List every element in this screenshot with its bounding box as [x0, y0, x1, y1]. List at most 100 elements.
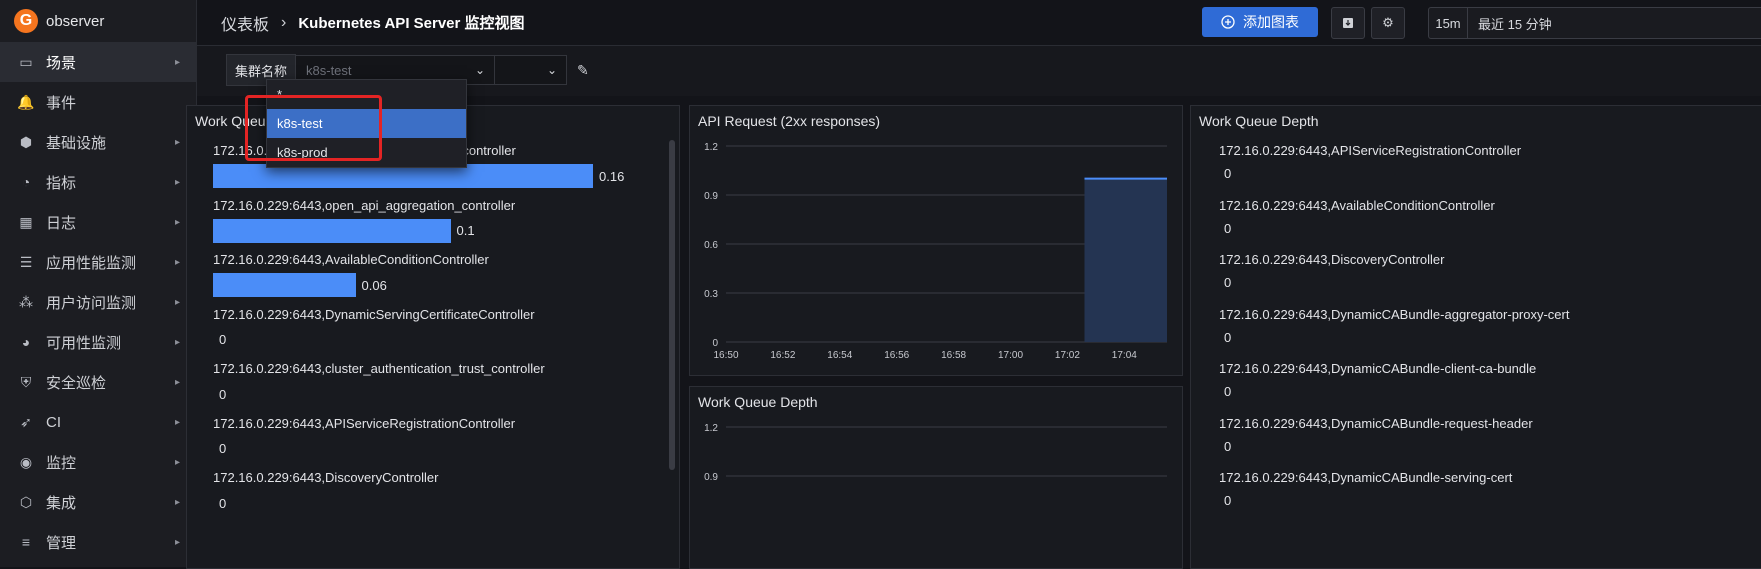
- chevron-right-icon: ▸: [174, 296, 180, 308]
- y-tick-label: 0: [712, 338, 718, 349]
- y-tick-label: 0.9: [704, 472, 718, 483]
- filter-icon: ☰: [19, 253, 33, 270]
- bar-label: 172.16.0.229:6443,AvailableConditionCont…: [213, 252, 489, 267]
- panel-api-request: API Request (2xx responses) 0 0.3 0.6 0.9 1.…: [689, 105, 1183, 376]
- gear-icon: ⚙: [1382, 15, 1394, 30]
- list-item: 172.16.0.229:6443,DynamicCABundle-reques…: [1219, 416, 1533, 454]
- panel-work-queue-adds: Work Queue Adds 172.16.0.229:6443,apiser…: [186, 105, 680, 569]
- box-icon: ⬡: [19, 493, 33, 510]
- sidebar-item-0[interactable]: ▭ 场景 ▸: [0, 42, 196, 82]
- plus-circle-icon: [1221, 15, 1235, 29]
- bar-label: 172.16.0.229:6443,cluster_authentication…: [213, 361, 545, 376]
- x-tick-label: 16:52: [770, 350, 795, 361]
- list-item-value: 0: [1224, 275, 1232, 290]
- list-item-label: 172.16.0.229:6443,DynamicCABundle-client…: [1219, 361, 1537, 376]
- list-item-label: 172.16.0.229:6443,DynamicCABundle-reques…: [1219, 415, 1533, 431]
- list-item-label: 172.16.0.229:6443,DiscoveryController: [1219, 252, 1445, 267]
- scrollbar[interactable]: [669, 140, 675, 470]
- sliders-icon: ≡: [21, 534, 31, 550]
- sidebar-item-label: 可用性监测: [46, 334, 122, 352]
- annotation-highlight-box: [245, 95, 382, 161]
- bar-fill: [213, 218, 451, 243]
- sidebar-item-9[interactable]: ➶ CI ▸: [0, 402, 196, 442]
- sidebar-item-label: 场景: [46, 54, 77, 72]
- sidebar-item-label: 管理: [46, 534, 77, 552]
- import-button[interactable]: [1331, 7, 1365, 39]
- sidebar-item-4[interactable]: ▦ 日志 ▸: [0, 202, 196, 242]
- panel-work-queue-depth-mid: Work Queue Depth 0.9 1.2: [689, 386, 1183, 569]
- radar-icon: ◉: [19, 453, 33, 470]
- list-item-value: 0: [1224, 329, 1232, 345]
- sidebar-item-label: 事件: [46, 94, 77, 112]
- sidebar-item-label: 日志: [46, 214, 77, 232]
- bar-value: 0: [219, 441, 227, 456]
- x-tick-label: 17:04: [1112, 350, 1137, 361]
- sidebar-item-label: 应用性能监测: [46, 254, 137, 272]
- bar-label: 172.16.0.229:6443,open_api_aggregation_c…: [213, 197, 516, 213]
- chevron-right-icon: ▸: [174, 496, 180, 508]
- sidebar-item-label: 基础设施: [46, 134, 107, 152]
- list-item-value: 0: [1224, 493, 1232, 508]
- monitor-icon: ▭: [19, 53, 33, 70]
- gauge-icon: ◔: [21, 174, 31, 190]
- add-chart-button[interactable]: 添加图表: [1202, 7, 1318, 37]
- list-item: 172.16.0.229:6443,DynamicCABundle-client…: [1219, 361, 1536, 399]
- y-tick-label: 0.3: [704, 289, 718, 300]
- y-tick-label: 1.2: [704, 142, 718, 153]
- secondary-select[interactable]: ⌄: [495, 55, 568, 85]
- sidebar-item-5[interactable]: ☰ 应用性能监测 ▸: [0, 242, 196, 282]
- chevron-right-icon: ▸: [174, 136, 180, 148]
- sidebar-item-label: 集成: [46, 494, 77, 512]
- sidebar-item-label: CI: [46, 413, 61, 431]
- sidebar-item-1[interactable]: 🔔 事件: [0, 82, 196, 122]
- chevron-right-icon: ▸: [174, 536, 180, 548]
- sidebar-item-12[interactable]: ≡ 管理 ▸: [0, 522, 196, 562]
- work-queue-depth-chart: 0.9 1.2: [704, 423, 1167, 483]
- list-item: 172.16.0.229:6443,DynamicCABundle-aggreg…: [1219, 307, 1569, 345]
- bar-row: 172.16.0.229:6443,open_api_aggregation_c…: [213, 197, 516, 243]
- sidebar-item-8[interactable]: ⛨ 安全巡检 ▸: [0, 362, 196, 402]
- x-tick-label: 16:56: [884, 350, 909, 361]
- sidebar-item-3[interactable]: ◔ 指标 ▸: [0, 162, 196, 202]
- list-item-value: 0: [1224, 384, 1232, 399]
- pencil-icon[interactable]: ✎: [577, 62, 589, 79]
- sidebar-item-label: 用户访问监测: [46, 294, 137, 312]
- time-range-picker[interactable]: 15m 最近 15 分钟: [1428, 7, 1761, 39]
- app-name: observer: [46, 12, 105, 30]
- chevron-right-icon: ▸: [174, 456, 180, 468]
- logo[interactable]: G observer: [0, 0, 196, 42]
- chevron-down-icon: ⌄: [546, 63, 558, 77]
- bar-row: 172.16.0.229:6443,APIServiceRegistration…: [213, 416, 515, 460]
- header: 仪表板 › Kubernetes API Server 监控视图 添加图表 ⚙ …: [197, 0, 1761, 46]
- time-quick-select[interactable]: 15m: [1429, 8, 1468, 38]
- sidebar: G observer ▭ 场景 ▸ 🔔 事件 ⬢ 基础设施 ▸ ◔ 指标 ▸ ▦ 日志 ▸ ☰ 应用性能监测 ▸…: [0, 0, 197, 567]
- chevron-right-icon: ▸: [174, 336, 180, 348]
- sidebar-nav: ▭ 场景 ▸ 🔔 事件 ⬢ 基础设施 ▸ ◔ 指标 ▸ ▦ 日志 ▸ ☰ 应用性能监测 ▸ ⁂ 用户访问监测 ▸ ◕ 可用…: [0, 42, 196, 562]
- sidebar-item-11[interactable]: ⬡ 集成 ▸: [0, 482, 196, 522]
- sidebar-item-10[interactable]: ◉ 监控 ▸: [0, 442, 196, 482]
- list-item-label: 172.16.0.229:6443,DynamicCABundle-aggreg…: [1219, 306, 1570, 322]
- bar-label: 172.16.0.229:6443,DynamicServingCertific…: [213, 306, 535, 322]
- chevron-right-icon: ▸: [174, 416, 180, 428]
- sidebar-item-6[interactable]: ⁂ 用户访问监测 ▸: [0, 282, 196, 322]
- chevron-right-icon: ▸: [174, 176, 180, 188]
- list-item: 172.16.0.229:6443,DynamicCABundle-servin…: [1219, 470, 1512, 508]
- list-item-label: 172.16.0.229:6443,APIServiceRegistration…: [1219, 143, 1522, 158]
- api-request-chart: 0 0.3 0.6 0.9 1.2 16:50 16:52 16:54 16:56 16:58 17…: [704, 142, 1167, 361]
- list-item: 172.16.0.229:6443,DiscoveryController 0: [1219, 252, 1444, 290]
- bar-fill: [213, 273, 356, 297]
- breadcrumb-dashboards[interactable]: 仪表板: [221, 11, 269, 35]
- settings-button[interactable]: ⚙: [1371, 7, 1405, 39]
- chevron-right-icon: ▸: [174, 376, 180, 388]
- sidebar-item-2[interactable]: ⬢ 基础设施 ▸: [0, 122, 196, 162]
- time-range-label[interactable]: 最近 15 分钟: [1478, 14, 1552, 33]
- add-chart-label: 添加图表: [1243, 14, 1299, 30]
- chevron-right-icon: ▸: [174, 216, 180, 228]
- rocket-icon: ➶: [20, 413, 32, 430]
- shield-icon: ⛨: [20, 373, 32, 390]
- users-icon: ⁂: [19, 293, 33, 310]
- sidebar-item-label: 指标: [46, 174, 77, 192]
- bar-value: 0: [219, 386, 227, 402]
- sidebar-item-7[interactable]: ◕ 可用性监测 ▸: [0, 322, 196, 362]
- bar-value: 0: [219, 495, 227, 511]
